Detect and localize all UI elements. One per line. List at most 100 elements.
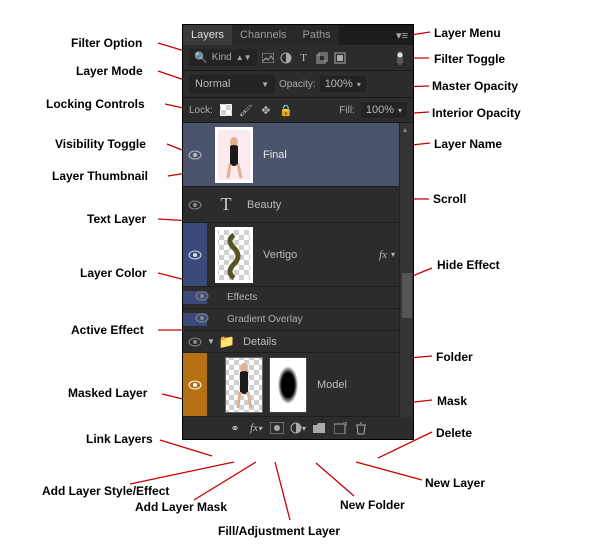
layers-panel: Layers Channels Paths ▾≡ 🔍 Kind ▲▼ T Nor… <box>182 24 414 440</box>
new-layer-icon[interactable] <box>331 421 349 435</box>
label-scroll: Scroll <box>433 192 466 206</box>
link-layers-icon[interactable]: ⚭ <box>226 421 244 435</box>
label-add-layer-mask: Add Layer Mask <box>135 500 227 514</box>
folder-icon: 📁 <box>219 334 235 350</box>
label-layer-menu: Layer Menu <box>434 26 501 40</box>
layer-final[interactable]: Final <box>183 123 413 187</box>
fill-value: 100% <box>366 104 394 116</box>
effects-label: Effects <box>217 292 257 303</box>
fill-input[interactable]: 100% ▾ <box>361 102 407 118</box>
filter-toggle-switch[interactable] <box>393 51 407 65</box>
layer-thumbnail[interactable] <box>225 357 263 413</box>
scrollbar-thumb[interactable] <box>402 273 412 318</box>
add-layer-style-icon[interactable]: fx▾ <box>247 421 265 435</box>
layer-name[interactable]: Vertigo <box>253 249 297 261</box>
layer-model[interactable]: Model <box>183 353 413 417</box>
label-locking-controls: Locking Controls <box>46 97 145 111</box>
label-delete: Delete <box>436 426 472 440</box>
label-layer-color: Layer Color <box>80 266 147 280</box>
layer-name[interactable]: Final <box>253 149 287 161</box>
fx-badge[interactable]: fx <box>379 249 391 261</box>
blend-row: Normal ▼ Opacity: 100% ▾ <box>183 71 413 98</box>
label-link-layers: Link Layers <box>86 432 153 446</box>
chevron-down-icon: ▼ <box>261 80 269 89</box>
scrollbar[interactable] <box>399 123 413 417</box>
visibility-toggle[interactable] <box>195 291 209 301</box>
chevron-icon: ▲▼ <box>236 53 252 62</box>
filter-smart-icon[interactable] <box>333 51 347 65</box>
label-layer-name: Layer Name <box>434 137 502 151</box>
layer-mask-thumbnail[interactable] <box>269 357 307 413</box>
tab-layers[interactable]: Layers <box>183 25 232 45</box>
delete-icon[interactable] <box>352 421 370 435</box>
opacity-input[interactable]: 100% ▾ <box>320 76 366 92</box>
opacity-value: 100% <box>325 78 353 90</box>
visibility-toggle[interactable] <box>195 313 209 323</box>
label-masked-layer: Masked Layer <box>68 386 147 400</box>
label-master-opacity: Master Opacity <box>432 79 518 93</box>
filter-kind-select[interactable]: 🔍 Kind ▲▼ <box>189 49 257 66</box>
label-add-layer-style: Add Layer Style/Effect <box>42 484 169 498</box>
label-text-layer: Text Layer <box>87 212 146 226</box>
layer-name[interactable]: Details <box>239 336 277 348</box>
label-mask: Mask <box>437 394 467 408</box>
label-layer-mode: Layer Mode <box>76 64 143 78</box>
label-visibility-toggle: Visibility Toggle <box>55 137 146 151</box>
layer-thumbnail[interactable] <box>215 127 253 183</box>
filter-adjustment-icon[interactable] <box>279 51 293 65</box>
lock-transparency-icon[interactable] <box>219 103 233 117</box>
visibility-toggle[interactable] <box>188 250 202 260</box>
bottom-toolbar: ⚭ fx▾ ▾ <box>183 417 413 439</box>
label-hide-effect: Hide Effect <box>437 258 477 272</box>
filter-pixel-icon[interactable] <box>261 51 275 65</box>
label-active-effect: Active Effect <box>71 323 144 337</box>
chevron-down-icon: ▾ <box>357 80 361 89</box>
lock-pixels-icon[interactable]: 🖌 <box>239 103 253 117</box>
lock-label: Lock: <box>189 105 213 116</box>
label-fill-adjustment: Fill/Adjustment Layer <box>218 524 340 538</box>
opacity-label: Opacity: <box>279 79 316 90</box>
layer-name[interactable]: Beauty <box>237 199 281 211</box>
layer-thumbnail[interactable] <box>215 227 253 283</box>
label-layer-thumbnail: Layer Thumbnail <box>52 169 148 183</box>
fill-label: Fill: <box>339 105 355 116</box>
visibility-toggle[interactable] <box>188 150 202 160</box>
label-interior-opacity: Interior Opacity <box>432 106 521 120</box>
layer-vertigo[interactable]: Vertigo fx ▾ <box>183 223 413 287</box>
add-layer-mask-icon[interactable] <box>268 421 286 435</box>
label-new-layer: New Layer <box>425 476 485 490</box>
text-layer-icon[interactable]: T <box>215 194 237 216</box>
effect-gradient-overlay[interactable]: Gradient Overlay <box>183 309 413 331</box>
fill-adjustment-layer-icon[interactable]: ▾ <box>289 421 307 435</box>
blend-mode-select[interactable]: Normal ▼ <box>189 75 275 93</box>
label-filter-toggle: Filter Toggle <box>434 52 505 66</box>
layers-list: Final T Beauty Vertigo fx ▾ <box>183 123 413 417</box>
visibility-toggle[interactable] <box>188 380 202 390</box>
folder-collapse-icon[interactable]: ▼ <box>207 337 215 346</box>
label-filter-option: Filter Option <box>71 36 142 50</box>
panel-menu-icon[interactable]: ▾≡ <box>391 29 413 42</box>
tab-channels[interactable]: Channels <box>232 25 294 45</box>
new-folder-icon[interactable] <box>310 421 328 435</box>
filter-kind-label: Kind <box>212 52 232 63</box>
label-new-folder: New Folder <box>340 498 405 512</box>
layer-details-folder[interactable]: ▼ 📁 Details <box>183 331 413 353</box>
layer-name[interactable]: Model <box>307 379 347 391</box>
layer-beauty[interactable]: T Beauty <box>183 187 413 223</box>
lock-row: Lock: 🖌 ✥ 🔒 Fill: 100% ▾ <box>183 98 413 123</box>
tab-paths[interactable]: Paths <box>295 25 339 45</box>
filter-type-icon[interactable]: T <box>297 51 311 65</box>
filter-row: 🔍 Kind ▲▼ T <box>183 45 413 71</box>
visibility-toggle[interactable] <box>188 337 202 347</box>
label-folder: Folder <box>436 350 473 364</box>
visibility-toggle[interactable] <box>188 200 202 210</box>
effects-row[interactable]: Effects <box>183 287 413 309</box>
lock-all-icon[interactable]: 🔒 <box>279 103 293 117</box>
lock-position-icon[interactable]: ✥ <box>259 103 273 117</box>
panel-tabs: Layers Channels Paths ▾≡ <box>183 25 413 45</box>
search-icon: 🔍 <box>194 51 208 64</box>
blend-mode-value: Normal <box>195 78 230 90</box>
filter-shape-icon[interactable] <box>315 51 329 65</box>
effect-label: Gradient Overlay <box>217 314 303 325</box>
chevron-down-icon: ▾ <box>398 106 402 115</box>
